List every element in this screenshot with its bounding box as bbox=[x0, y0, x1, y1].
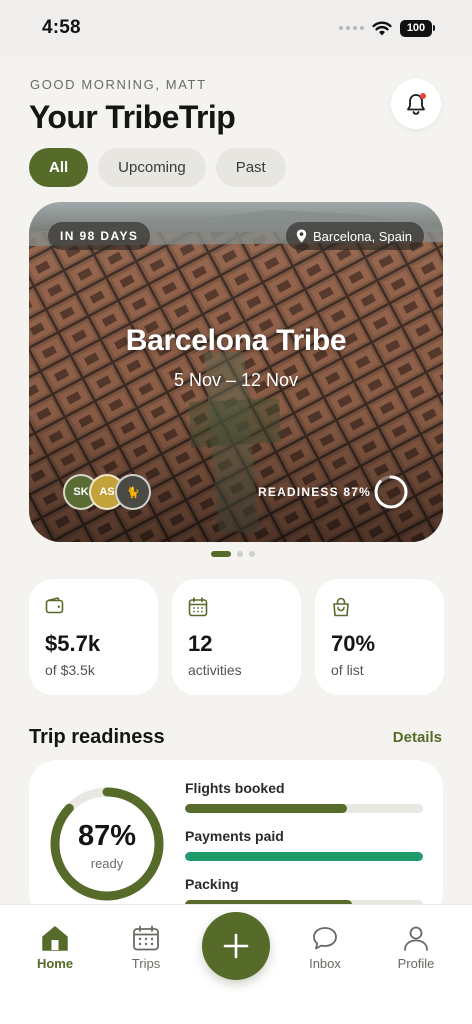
pager-dot[interactable] bbox=[237, 551, 243, 557]
location-badge: Barcelona, Spain bbox=[285, 222, 424, 250]
trip-card-barcelona[interactable]: IN 98 DAYS Barcelona, Spain Barcelona Tr… bbox=[29, 202, 443, 542]
readiness-label: READINESS 87% bbox=[258, 485, 371, 499]
progress-label: Packing bbox=[185, 876, 239, 892]
gauge-value: 87% bbox=[77, 820, 137, 852]
notifications-button[interactable] bbox=[391, 79, 441, 129]
page-title: Your TribeTrip bbox=[29, 99, 236, 135]
tab-label: Profile bbox=[397, 956, 435, 971]
wifi-icon bbox=[372, 21, 392, 35]
details-link[interactable]: Details bbox=[393, 729, 442, 746]
progress-label: Payments paid bbox=[185, 828, 284, 844]
progress-track bbox=[185, 804, 423, 813]
progress-label: Flights booked bbox=[185, 780, 285, 796]
tab-label: Inbox bbox=[309, 956, 341, 971]
readiness-card[interactable]: 87% ready Flights booked Payments paid P… bbox=[29, 760, 443, 920]
wallet-icon bbox=[45, 597, 64, 614]
add-trip-button[interactable] bbox=[202, 912, 270, 980]
progress-fill bbox=[185, 804, 347, 813]
bag-icon bbox=[333, 597, 349, 617]
location-text: Barcelona, Spain bbox=[312, 228, 412, 244]
stat-caption: of list bbox=[331, 662, 364, 678]
countdown-badge: IN 98 DAYS bbox=[48, 222, 151, 250]
progress-track bbox=[185, 852, 423, 861]
progress-fill bbox=[185, 852, 423, 861]
stat-caption: activities bbox=[188, 662, 242, 678]
stat-card-packing[interactable]: 70% of list bbox=[315, 579, 444, 695]
pager-dot[interactable] bbox=[211, 551, 231, 557]
cellular-signal-icon bbox=[339, 26, 364, 30]
tab-label: Trips bbox=[131, 956, 161, 971]
member-avatars[interactable]: SK AS 🐈 bbox=[63, 474, 151, 510]
status-bar: 4:58 100 bbox=[0, 0, 472, 56]
greeting-text: GOOD MORNING, MATT bbox=[30, 77, 207, 92]
tab-home[interactable]: Home bbox=[15, 925, 95, 971]
location-pin-icon bbox=[296, 229, 307, 243]
trip-filter-tabs: All Upcoming Past bbox=[29, 148, 286, 187]
status-time: 4:58 bbox=[42, 17, 81, 38]
stat-value: 12 bbox=[188, 631, 213, 656]
filter-upcoming[interactable]: Upcoming bbox=[98, 148, 206, 187]
trip-title: Barcelona Tribe bbox=[125, 324, 347, 357]
plus-icon bbox=[223, 933, 249, 959]
stat-value: $5.7k bbox=[45, 631, 101, 656]
carousel-pager[interactable] bbox=[211, 551, 255, 557]
stat-card-budget[interactable]: $5.7k of $3.5k bbox=[29, 579, 158, 695]
stat-caption: of $3.5k bbox=[45, 662, 95, 678]
chat-icon bbox=[313, 927, 337, 950]
calendar-icon bbox=[188, 597, 208, 617]
filter-past[interactable]: Past bbox=[215, 148, 286, 187]
trip-dates: 5 Nov – 12 Nov bbox=[173, 370, 299, 390]
section-title-readiness: Trip readiness bbox=[29, 726, 165, 748]
stat-card-activities[interactable]: 12 activities bbox=[172, 579, 301, 695]
progress-flights: Flights booked bbox=[185, 780, 423, 813]
gauge-label: ready bbox=[90, 856, 124, 871]
stat-value: 70% bbox=[331, 631, 376, 656]
pager-dot[interactable] bbox=[249, 551, 255, 557]
person-icon bbox=[404, 926, 428, 951]
tab-label: Home bbox=[36, 956, 74, 971]
filter-all[interactable]: All bbox=[29, 148, 89, 187]
battery-indicator: 100 bbox=[400, 19, 435, 37]
tab-profile[interactable]: Profile bbox=[376, 925, 456, 971]
tab-inbox[interactable]: Inbox bbox=[285, 925, 365, 971]
avatar: 🐈 bbox=[115, 474, 151, 510]
progress-payments: Payments paid bbox=[185, 828, 423, 861]
tab-trips[interactable]: Trips bbox=[106, 925, 186, 971]
status-indicators: 100 bbox=[339, 19, 435, 37]
trip-stats: $5.7k of $3.5k 12 activities 70% of list bbox=[29, 579, 444, 695]
home-icon bbox=[42, 926, 68, 951]
calendar-icon bbox=[133, 925, 159, 951]
readiness-ring bbox=[374, 475, 408, 509]
notification-dot bbox=[420, 93, 426, 99]
